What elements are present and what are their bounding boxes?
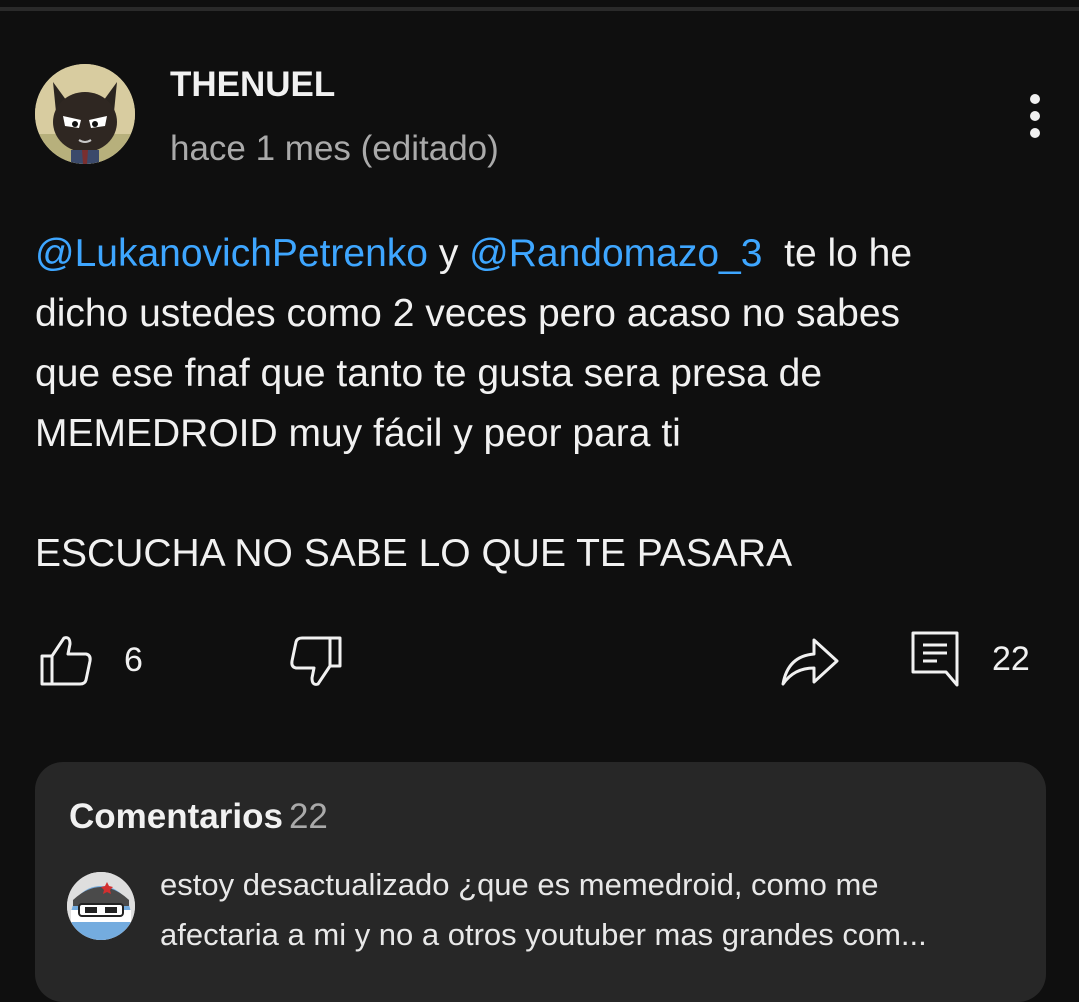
like-button[interactable]: 6 [38,632,143,688]
more-vertical-icon [1030,94,1040,138]
thumbs-down-icon [290,636,342,686]
replies-panel[interactable]: Comentarios 22 estoy desactualizado ¿que … [35,762,1046,1002]
author-avatar[interactable] [35,64,135,164]
comment-icon [911,631,959,687]
comment-conjunction: y [428,232,470,275]
top-divider [0,7,1079,11]
replies-count: 22 [288,797,328,836]
like-count: 6 [124,641,143,679]
comment-line-5: ESCUCHA NO SABE LO QUE TE PASARA [35,532,793,575]
thumbs-up-icon [40,636,92,686]
replies-button[interactable]: 22 [910,630,1030,688]
comment-timestamp: hace 1 mes (editado) [170,129,499,168]
comment-line-3: que ese fnaf que tanto te gusta sera pre… [35,352,823,395]
reply-preview-line-2: afectaria a mi y no a otros youtuber mas… [160,917,927,952]
mention-link[interactable]: @LukanovichPetrenko [35,232,428,275]
author-name[interactable]: THENUEL [170,64,335,106]
share-icon [781,638,839,686]
comment-text-fragment: te lo he [762,232,913,275]
reply-preview: estoy desactualizado ¿que es memedroid, … [160,860,1020,960]
reply-count: 22 [992,640,1030,678]
reply-avatar[interactable] [67,872,135,940]
comment-body: @LukanovichPetrenko y @Randomazo_3 te lo… [35,224,1045,584]
reply-preview-line-1: estoy desactualizado ¿que es memedroid, … [160,867,879,902]
comment-line-4: MEMEDROID muy fácil y peor para ti [35,412,681,455]
replies-header: Comentarios 22 [69,796,328,838]
cat-avatar-icon [35,64,135,164]
share-button[interactable] [780,634,840,688]
replies-title: Comentarios [69,797,283,836]
comment-line-2: dicho ustedes como 2 veces pero acaso no… [35,292,901,335]
dislike-button[interactable] [288,634,344,690]
countryball-avatar-icon [67,872,135,940]
mention-link[interactable]: @Randomazo_3 [469,232,762,275]
comment-line-1: @LukanovichPetrenko y @Randomazo_3 te lo… [35,224,1045,284]
more-options-button[interactable] [1010,86,1060,146]
